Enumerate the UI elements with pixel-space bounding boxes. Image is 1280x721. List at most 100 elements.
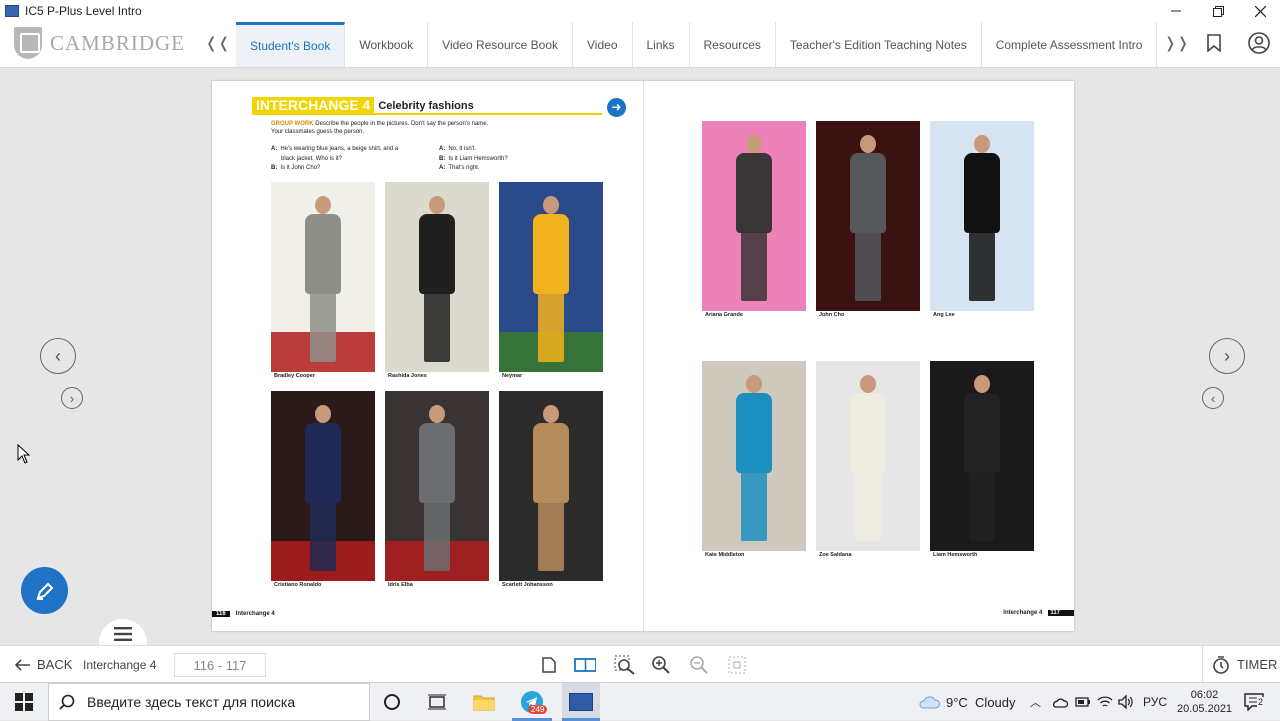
close-icon [1254, 5, 1266, 17]
celebrity-photo: Zoe Saldana [816, 361, 920, 561]
photo-caption: Zoe Saldana [819, 552, 852, 558]
notifications-button[interactable]: 2 [1244, 683, 1265, 721]
double-page-icon [574, 658, 596, 672]
book-viewer: INTERCHANGE 4 Celebrity fashions ➜ GROUP… [0, 68, 1280, 645]
tabs-scroll-left-icon[interactable]: ❬❬ [205, 34, 230, 52]
minimize-button[interactable] [1154, 0, 1198, 22]
clock[interactable]: 06:02 20.05.2021 [1177, 683, 1232, 721]
taskbar-search[interactable]: Введите здесь текст для поиска [48, 683, 370, 721]
close-button[interactable] [1238, 0, 1280, 22]
celebrity-photo: Cristiano Ronaldo [271, 391, 375, 591]
annotation-pen-button[interactable] [21, 567, 68, 614]
chevron-left-icon: ‹ [55, 345, 61, 366]
weather-widget[interactable]: 9°C Cloudy [918, 683, 1016, 721]
previous-item-button[interactable]: › [61, 387, 83, 409]
task-view-icon [428, 694, 446, 710]
chevron-left-icon: ‹ [1210, 390, 1216, 406]
group-work-label: GROUP WORK [271, 121, 314, 127]
telegram-badge: 249 [528, 705, 548, 714]
telegram-button[interactable]: 249 [512, 683, 552, 721]
input-language-indicator[interactable]: РУС [1143, 683, 1167, 721]
bookmark-icon[interactable] [1207, 34, 1221, 57]
page-range-field[interactable]: 116 - 117 [174, 653, 266, 677]
heading-title: Celebrity fashions [378, 99, 474, 112]
photo-image [702, 361, 806, 551]
chevron-up-icon: ︿ [1030, 697, 1041, 709]
dialog-line: black jacket. Who is it? [281, 155, 343, 162]
photo-caption: Idris Elba [388, 582, 413, 588]
photo-caption: Bradley Cooper [274, 373, 315, 379]
cortana-circle-icon [384, 694, 400, 710]
right-footer-label: Interchange 4 [1003, 610, 1043, 616]
single-page-view-button[interactable] [538, 655, 560, 675]
heading-tag: INTERCHANGE 4 [252, 97, 375, 114]
toolbar-divider [1202, 646, 1203, 683]
tray-volume-icon[interactable] [1118, 683, 1134, 721]
right-page-number: 117 [1048, 610, 1074, 616]
right-page-footer: Interchange 4 117 [1003, 610, 1074, 616]
single-page-icon [542, 657, 556, 673]
chevron-right-icon: › [1224, 345, 1230, 366]
photo-image [499, 182, 603, 372]
hamburger-menu-icon [114, 627, 132, 641]
start-button[interactable] [15, 683, 33, 721]
celebrity-photo: Neymar [499, 182, 603, 382]
photo-image [385, 391, 489, 581]
weather-text: 9°C Cloudy [946, 694, 1016, 710]
file-explorer-button[interactable] [473, 683, 495, 721]
zoom-out-button[interactable] [688, 655, 710, 675]
photo-image [271, 391, 375, 581]
dialog-line: A: He's wearing blue jeans, a beige shirt… [271, 146, 399, 152]
zoom-area-button[interactable] [614, 655, 636, 675]
zoom-in-button[interactable] [650, 655, 672, 675]
photo-caption: Rashida Jones [388, 373, 427, 379]
fit-page-button[interactable] [726, 655, 748, 675]
tab-students-book[interactable]: Student's Book [236, 22, 346, 67]
back-label: BACK [37, 657, 73, 672]
tray-expand-button[interactable]: ︿ [1030, 683, 1041, 721]
celebrity-photo: Kate Middleton [702, 361, 806, 561]
cambridge-logo: CAMBRIDGE [14, 27, 185, 59]
restore-button[interactable] [1196, 0, 1240, 22]
dialog-line: A: No, it isn't. [439, 146, 477, 152]
tab-video[interactable]: Video [573, 22, 633, 67]
fit-page-icon [728, 656, 746, 674]
cambridge-app-button[interactable] [562, 683, 600, 721]
tray-wifi-icon[interactable] [1097, 683, 1113, 721]
double-page-view-button[interactable] [574, 655, 596, 675]
cortana-button[interactable] [383, 683, 401, 721]
tray-onedrive-icon[interactable] [1052, 683, 1068, 721]
back-button[interactable]: BACK [15, 646, 72, 683]
timer-button[interactable]: TIMER [1212, 646, 1277, 683]
tab-video-resource-book[interactable]: Video Resource Book [428, 22, 574, 67]
left-footer-label: Interchange 4 [235, 611, 275, 617]
task-view-button[interactable] [428, 683, 446, 721]
photo-image [385, 182, 489, 372]
photo-caption: Scarlett Johansson [502, 582, 553, 588]
tab-links[interactable]: Links [633, 22, 690, 67]
photo-image [702, 121, 806, 311]
tray-battery-icon[interactable] [1075, 683, 1091, 721]
tab-resources[interactable]: Resources [690, 22, 776, 67]
search-placeholder: Введите здесь текст для поиска [87, 694, 296, 710]
celebrity-photo: Ang Lee [930, 121, 1034, 321]
next-item-button[interactable]: ‹ [1202, 387, 1224, 409]
section-link-button[interactable]: ➜ [607, 98, 626, 117]
previous-page-button[interactable]: ‹ [40, 338, 76, 374]
tab-workbook[interactable]: Workbook [345, 22, 429, 67]
tab-teachers-edition[interactable]: Teacher's Edition Teaching Notes [776, 22, 982, 67]
tabs-scroll-right-icon[interactable]: ❭❭ [1164, 34, 1189, 52]
photo-caption: Kate Middleton [705, 552, 745, 558]
bottom-toolbar: BACK Interchange 4 116 - 117 TIMER [0, 645, 1280, 683]
window-title: IC5 P-Plus Level Intro [25, 4, 142, 18]
notification-count: 2 [1257, 697, 1265, 707]
instructions-text: Describe the people in the pictures. Don… [315, 121, 489, 127]
tab-complete-assessment[interactable]: Complete Assessment Intro [982, 22, 1158, 67]
instructions: GROUP WORK Describe the people in the pi… [271, 120, 571, 136]
celebrity-photo: Scarlett Johansson [499, 391, 603, 591]
top-navigation: CAMBRIDGE ❬❬ Student's Book Workbook Vid… [0, 22, 1280, 68]
next-page-button[interactable]: › [1209, 338, 1245, 374]
photo-caption: John Cho [819, 312, 845, 318]
celebrity-photo: Idris Elba [385, 391, 489, 591]
user-profile-icon[interactable] [1248, 32, 1270, 59]
